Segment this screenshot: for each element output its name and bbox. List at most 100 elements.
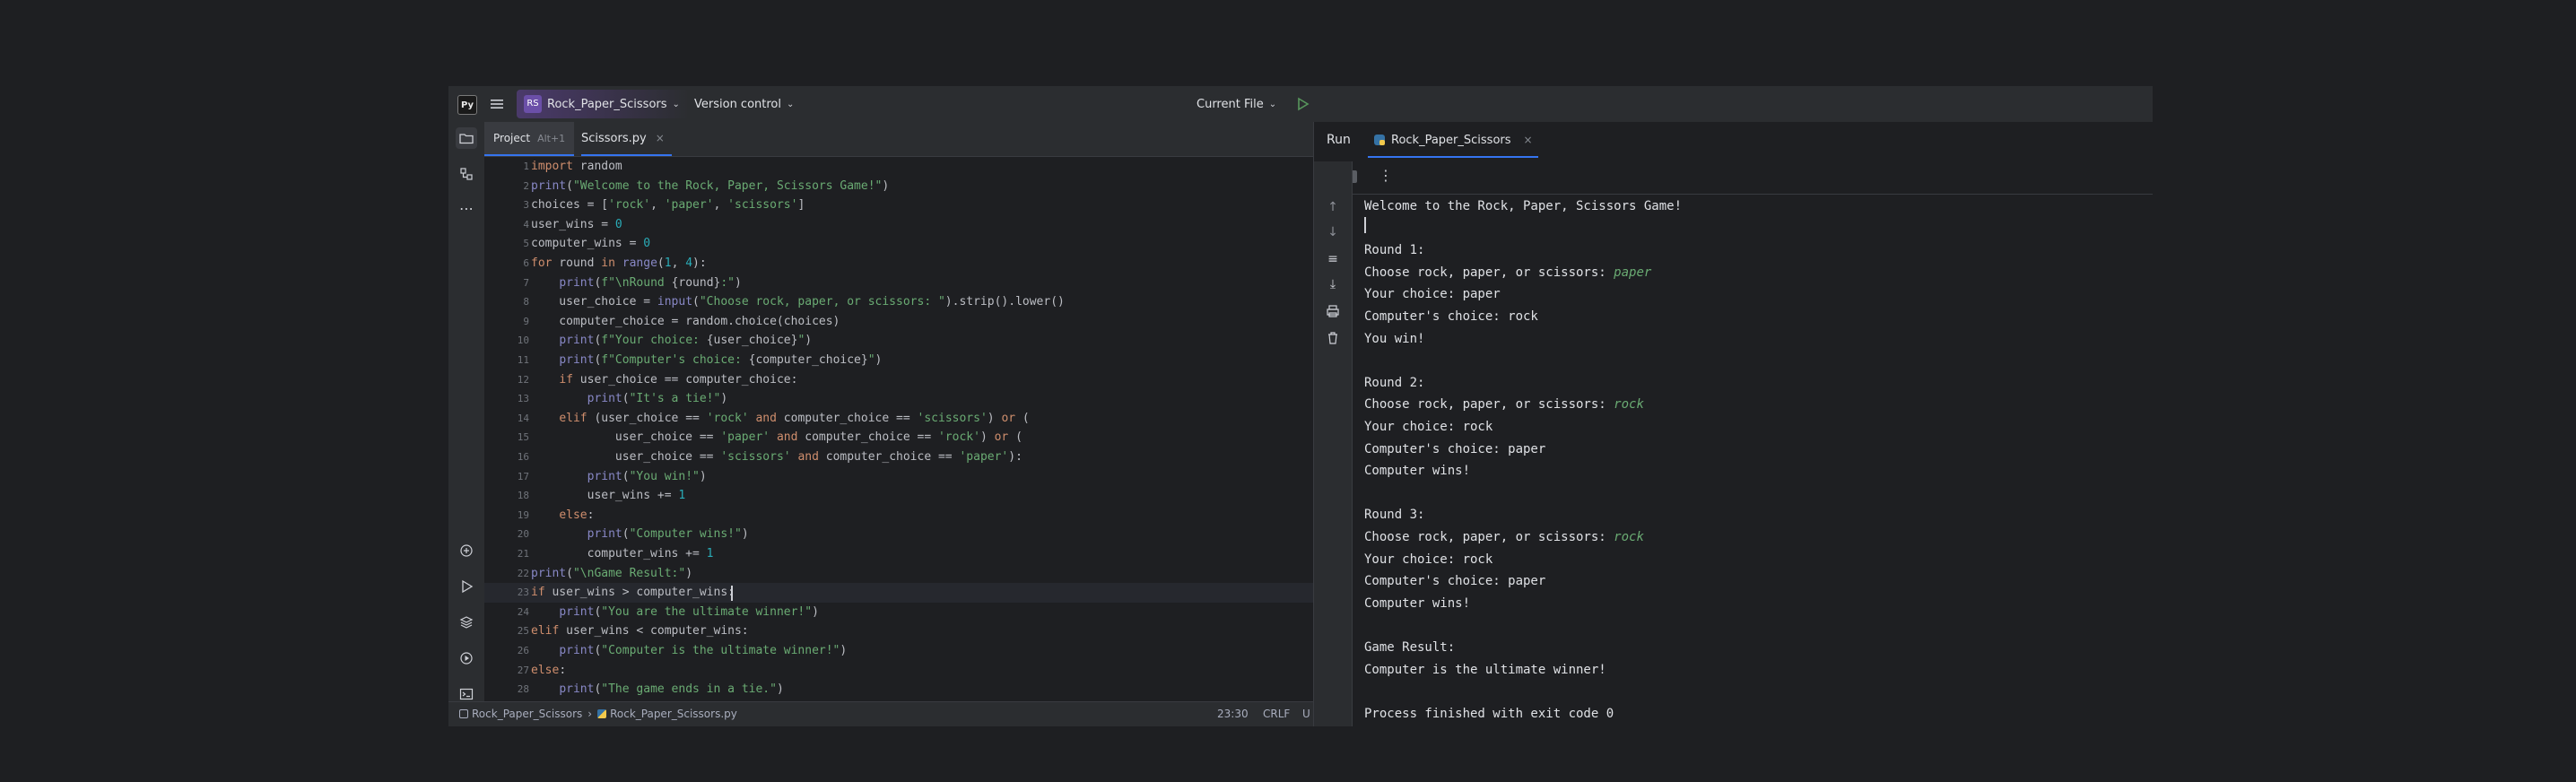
code-token: "The game ends in a tie." [601,682,777,697]
close-icon[interactable]: × [1524,134,1533,146]
tab-scissors-py[interactable]: Scissors.py × [581,122,672,156]
code-token: : [559,663,567,677]
line-number: 9 [523,315,529,327]
code-token: elif [559,411,587,425]
python-console-icon[interactable] [456,540,477,561]
code-token: ): [1008,450,1023,464]
chevron-down-icon: ⌄ [787,99,795,109]
code-token: import [531,160,573,173]
code-token: 'scissors' [917,411,988,425]
code-token: range [622,256,657,270]
code-token: ) [735,275,742,290]
code-token: print [559,275,595,290]
tab-run-output[interactable]: Rock_Paper_Scissors × [1368,124,1538,158]
layers-icon[interactable] [456,612,477,633]
breadcrumb-file[interactable]: Rock_Paper_Scissors.py [610,708,737,720]
code-line: if user_wins > computer_wins: [531,583,735,603]
code-token: ) [979,430,995,445]
more-icon[interactable]: ⋯ [456,197,477,219]
code-line: print("Welcome to the Rock, Paper, Sciss… [531,177,889,196]
close-icon[interactable]: × [656,132,665,144]
project-name: Rock_Paper_Scissors [547,97,667,111]
trash-icon[interactable] [1323,328,1343,348]
code-token: computer_choice == [797,430,938,445]
code-token: 'rock' [937,430,980,445]
code-token: ) [882,178,890,193]
line-number: 5 [523,238,529,250]
code-token: ] [797,198,805,213]
code-token: f"\nRound [601,275,672,290]
console-line: Your choice: rock [1364,549,1493,571]
breadcrumb-project[interactable]: Rock_Paper_Scissors [472,708,582,720]
code-token: "You win!" [629,469,700,483]
code-token: print [559,682,595,697]
arrow-down-icon[interactable]: ↓ [1323,222,1343,242]
code-token: , [671,256,686,270]
code-token: in [601,256,615,270]
line-number: 14 [517,412,529,424]
arrow-up-icon[interactable]: ↑ [1323,197,1343,217]
code-line: print("You are the ultimate winner!") [531,603,819,622]
code-token: user_choice == [531,430,721,445]
code-token: ).strip().lower() [944,295,1065,309]
caret-position[interactable]: 23:30 [1217,708,1249,720]
console-line: Game Result: [1364,637,1455,659]
console-line: Computer's choice: paper [1364,439,1545,461]
console-line: Choose rock, paper, or scissors: paper [1364,262,1651,284]
code-token: ) [699,469,707,483]
structure-icon[interactable] [456,163,477,185]
console-line: Computer wins! [1364,593,1470,615]
line-number: 12 [517,373,529,386]
code-editor[interactable]: 1 2 3 4 5 6 7 8 9 10 11 12 13 14 15 16 17 18 19 20 21 22 23 24 2… [484,157,1313,701]
run-icon[interactable] [1295,97,1310,111]
run-config-selector[interactable]: Current File ⌄ [1197,90,1276,118]
code-token: print [587,527,622,542]
line-number: 7 [523,276,529,289]
line-separator[interactable]: CRLF [1263,708,1290,720]
code-line: computer_wins = 0 [531,234,650,254]
status-bar: Rock_Paper_Scissors › Rock_Paper_Scissor… [448,701,1313,726]
code-line: for round in range(1, 4): [531,254,707,274]
code-token: , [650,198,665,213]
code-token: user_wins += [531,489,679,503]
breadcrumb[interactable]: Rock_Paper_Scissors › Rock_Paper_Scissor… [459,708,737,720]
line-number: 10 [517,335,529,347]
chevron-down-icon: ⌄ [672,99,680,109]
file-tab-label: Scissors.py [581,131,647,145]
main-menu-icon[interactable] [490,97,504,111]
code-token: or [994,430,1009,445]
line-number: 1 [523,161,529,172]
version-control-menu[interactable]: Version control ⌄ [694,90,794,118]
line-number: 11 [517,354,529,366]
console-line: Choose rock, paper, or scissors: rock [1364,394,1644,416]
run-tool-icon[interactable] [456,576,477,597]
services-icon[interactable] [456,647,477,669]
code-token: 'scissors' [727,198,798,213]
code-token: print [587,469,622,483]
version-control-label: Version control [694,97,781,111]
code-line: import random [531,157,622,177]
code-token: 'rock' [608,198,651,213]
print-icon[interactable] [1323,301,1343,321]
scroll-to-end-icon[interactable]: ⤓ [1323,274,1343,294]
project-selector[interactable]: RS Rock_Paper_Scissors ⌄ [517,90,689,118]
soft-wrap-icon[interactable]: ≡ [1323,249,1343,269]
code-line: user_choice = input("Choose rock, paper,… [531,292,1065,312]
code-token: ) [685,566,693,580]
code-token: "Choose rock, paper, or scissors: " [699,295,945,309]
code-token: 'paper' [959,450,1009,464]
code-token: if [559,372,573,387]
encoding-indicator[interactable]: U [1302,708,1310,720]
more-options-icon[interactable]: ⋮ [1379,167,1393,184]
console-text: Choose rock, paper, or scissors: [1364,530,1614,544]
code-token: ( [566,566,573,580]
code-token: random [572,160,622,173]
tab-project[interactable]: Project Alt+1 [484,122,575,156]
console-line: Round 1: [1364,239,1424,262]
code-line: print("You win!") [531,467,707,487]
folder-icon[interactable] [456,127,477,149]
